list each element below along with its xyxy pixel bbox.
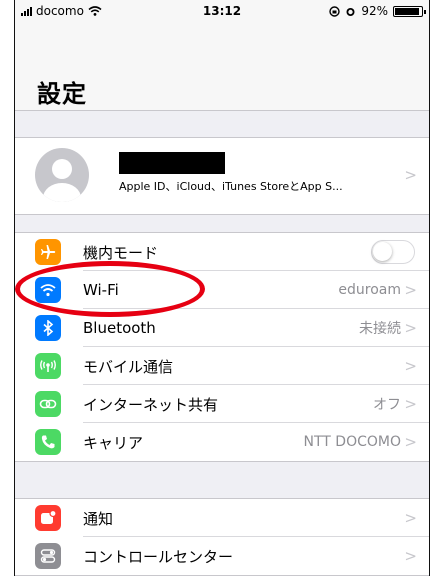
control-center-icon bbox=[35, 543, 61, 569]
wifi-icon bbox=[35, 277, 61, 303]
apple-id-subtitle: Apple ID、iCloud、iTunes StoreとApp S... bbox=[119, 180, 343, 193]
notifications-icon bbox=[35, 505, 61, 531]
chevron-right-icon: > bbox=[404, 166, 417, 184]
page-title: 設定 bbox=[37, 80, 87, 108]
bluetooth-row[interactable]: Bluetooth 未接続 > bbox=[15, 309, 429, 347]
hotspot-icon bbox=[35, 391, 61, 417]
chevron-right-icon: > bbox=[404, 395, 417, 413]
carrier-label: キャリア bbox=[83, 433, 144, 452]
status-right: 92% bbox=[329, 4, 426, 18]
airplane-mode-row[interactable]: 機内モード bbox=[15, 233, 429, 271]
control-center-label: コントロールセンター bbox=[83, 547, 234, 566]
wifi-network-value: eduroam bbox=[338, 282, 401, 298]
phone-icon bbox=[35, 429, 61, 455]
chevron-right-icon: > bbox=[404, 509, 417, 527]
system-settings-group: 通知 > コントロールセンター > bbox=[15, 498, 429, 576]
profile-group: Apple ID、iCloud、iTunes StoreとApp S... > bbox=[15, 137, 429, 215]
alarm-icon bbox=[346, 7, 355, 16]
hotspot-label: インターネット共有 bbox=[83, 395, 219, 414]
chevron-right-icon: > bbox=[404, 357, 417, 375]
wifi-label: Wi-Fi bbox=[83, 281, 119, 299]
avatar bbox=[35, 148, 89, 202]
chevron-right-icon: > bbox=[404, 281, 417, 299]
cellular-label: モバイル通信 bbox=[83, 357, 174, 376]
airplane-mode-label: 機内モード bbox=[83, 243, 159, 262]
chevron-right-icon: > bbox=[404, 547, 417, 565]
wifi-row[interactable]: Wi-Fi eduroam > bbox=[15, 271, 429, 309]
status-bar: docomo 13:12 92% bbox=[15, 0, 429, 22]
person-silhouette-icon bbox=[43, 159, 81, 202]
battery-icon bbox=[393, 5, 426, 17]
chevron-right-icon: > bbox=[404, 433, 417, 451]
hotspot-status-value: オフ bbox=[373, 397, 401, 413]
cellular-row[interactable]: モバイル通信 > bbox=[15, 347, 429, 385]
carrier-value: NTT DOCOMO bbox=[303, 434, 401, 450]
control-center-row[interactable]: コントロールセンター > bbox=[15, 537, 429, 575]
settings-screen: docomo 13:12 92% 設定 Apple ID、iCloud、iTun… bbox=[14, 0, 430, 576]
cellular-icon bbox=[35, 353, 61, 379]
bluetooth-label: Bluetooth bbox=[83, 319, 156, 337]
battery-percent: 92% bbox=[361, 4, 388, 18]
bluetooth-icon bbox=[35, 315, 61, 341]
navigation-bar: 設定 bbox=[15, 22, 429, 111]
network-settings-group: 機内モード Wi-Fi eduroam > Bluetooth 未接続 > モバ… bbox=[15, 232, 429, 462]
notifications-row[interactable]: 通知 > bbox=[15, 499, 429, 537]
redacted-name bbox=[119, 152, 225, 174]
airplane-mode-toggle[interactable] bbox=[371, 240, 415, 264]
bluetooth-status-value: 未接続 bbox=[359, 321, 401, 337]
notifications-label: 通知 bbox=[83, 509, 114, 528]
chevron-right-icon: > bbox=[404, 319, 417, 337]
orientation-lock-icon bbox=[329, 5, 341, 17]
hotspot-row[interactable]: インターネット共有 オフ > bbox=[15, 385, 429, 423]
airplane-icon bbox=[35, 239, 61, 265]
apple-id-row[interactable]: Apple ID、iCloud、iTunes StoreとApp S... > bbox=[15, 138, 429, 214]
carrier-row[interactable]: キャリア NTT DOCOMO > bbox=[15, 423, 429, 461]
battery-fill bbox=[395, 7, 419, 15]
toggle-knob bbox=[373, 242, 392, 261]
